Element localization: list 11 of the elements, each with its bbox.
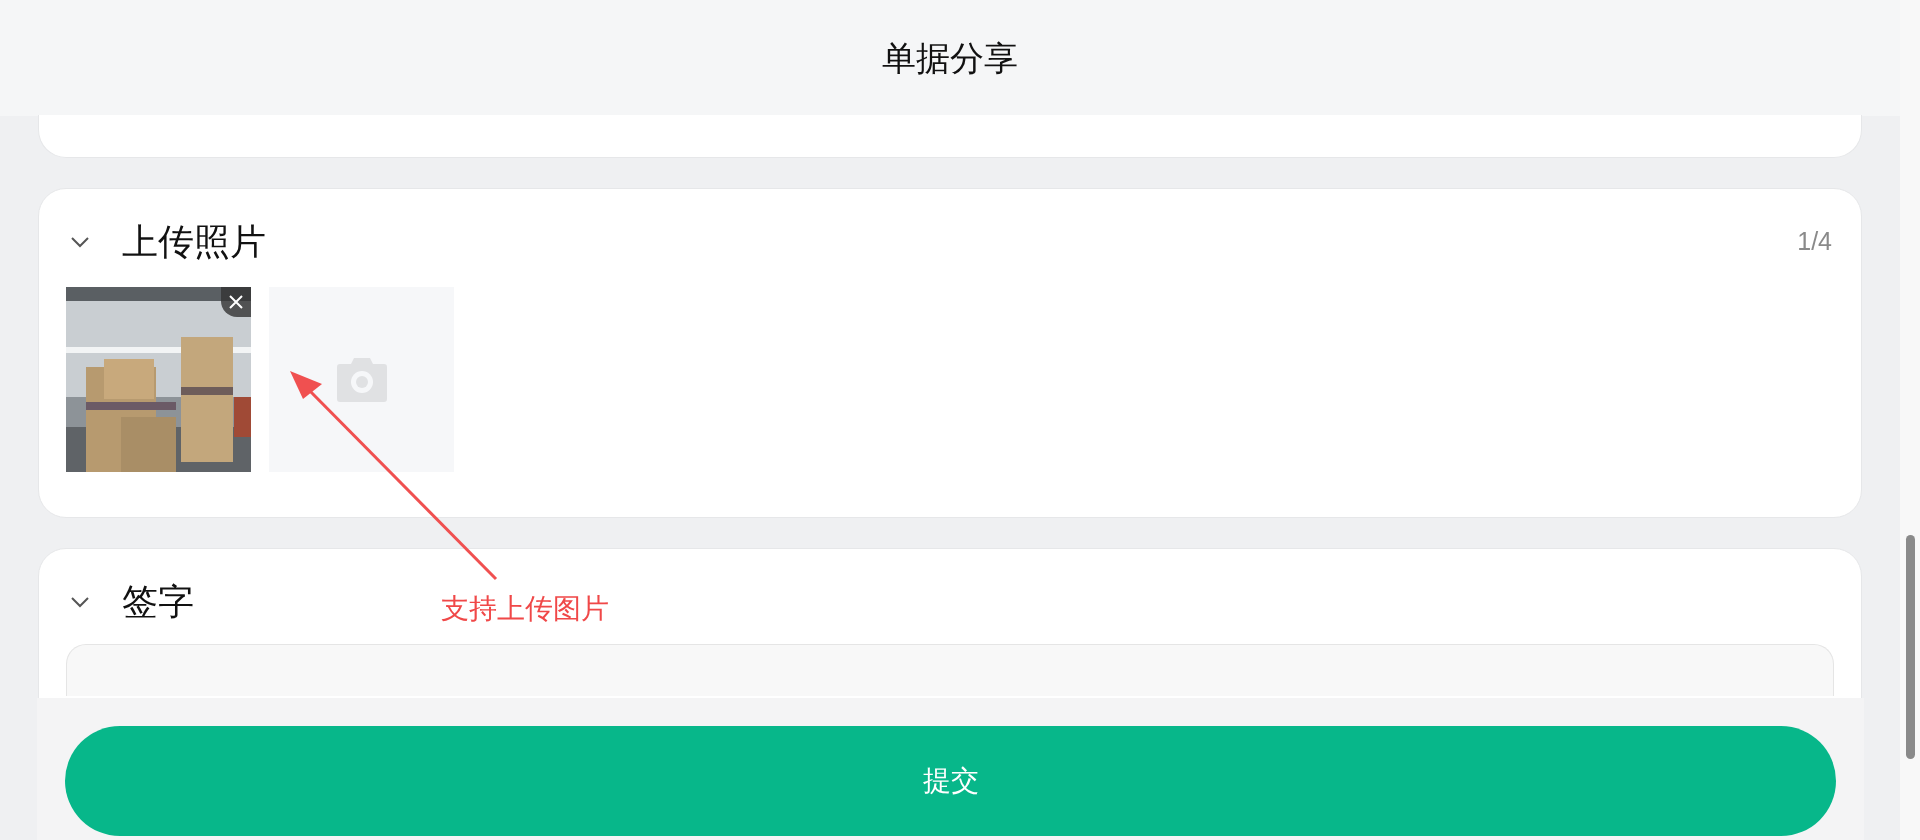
page-title: 单据分享 — [882, 37, 1018, 79]
section-title: 上传照片 — [122, 220, 266, 264]
chevron-icon[interactable] — [71, 236, 89, 248]
section-title: 签字 — [122, 580, 194, 624]
scrollbar[interactable] — [1900, 0, 1920, 840]
scrollbar-thumb[interactable] — [1906, 535, 1915, 759]
submit-button[interactable]: 提交 — [65, 726, 1836, 836]
annotation-text: 支持上传图片 — [441, 592, 609, 626]
photo-count: 1/4 — [1797, 226, 1833, 258]
close-icon[interactable] — [221, 287, 251, 317]
chevron-icon[interactable] — [71, 596, 89, 608]
